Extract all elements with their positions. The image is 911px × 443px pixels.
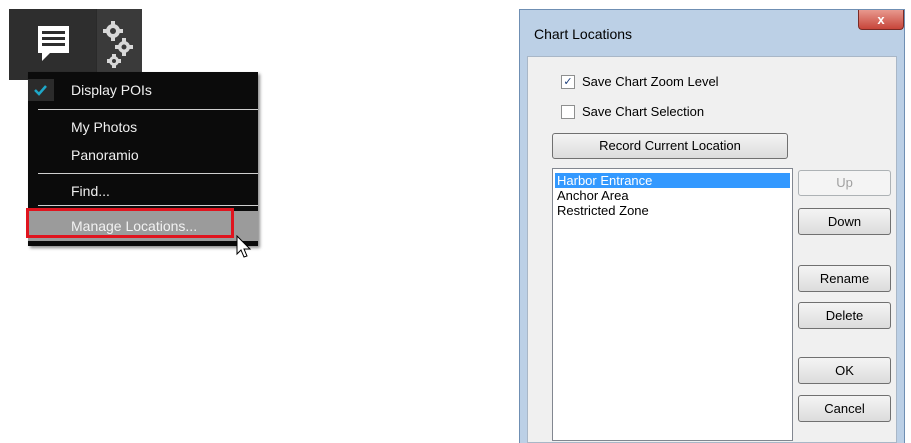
map-toolbar: [9, 9, 142, 80]
list-item[interactable]: Restricted Zone: [555, 203, 790, 218]
dialog-client-area: ✓ Save Chart Zoom Level Save Chart Selec…: [527, 56, 897, 443]
close-icon: x: [877, 12, 885, 27]
menu-item-display-pois[interactable]: Display POIs: [28, 75, 258, 105]
menu-item-label: Display POIs: [71, 82, 152, 98]
menu-separator: [38, 109, 258, 110]
cancel-button[interactable]: Cancel: [798, 395, 891, 422]
up-button[interactable]: Up: [798, 170, 891, 196]
checkmark-icon: ✓: [563, 76, 573, 88]
list-item[interactable]: Anchor Area: [555, 188, 790, 203]
ok-button[interactable]: OK: [798, 357, 891, 384]
message-list-icon: [38, 26, 69, 61]
menu-item-label: Find...: [71, 183, 110, 199]
settings-toolbar-button[interactable]: [97, 9, 142, 80]
menu-separator: [38, 173, 258, 174]
menu-separator: [38, 205, 258, 206]
gears-icon: [103, 21, 133, 68]
dialog-titlebar[interactable]: Chart Locations x: [520, 10, 904, 56]
menu-check-column: [28, 79, 54, 101]
menu-item-my-photos[interactable]: My Photos: [28, 112, 258, 142]
rename-button[interactable]: Rename: [798, 265, 891, 292]
poi-toolbar-button[interactable]: [9, 9, 96, 80]
dialog-title: Chart Locations: [534, 26, 633, 42]
delete-button[interactable]: Delete: [798, 302, 891, 329]
menu-item-label: Panoramio: [71, 147, 139, 163]
menu-item-panoramio[interactable]: Panoramio: [28, 140, 258, 170]
checkmark-icon: [34, 85, 47, 96]
save-zoom-checkbox[interactable]: ✓: [561, 75, 575, 89]
down-button[interactable]: Down: [798, 208, 891, 235]
mouse-pointer-icon: [236, 235, 252, 258]
locations-list[interactable]: Harbor Entrance Anchor Area Restricted Z…: [552, 168, 793, 441]
list-item[interactable]: Harbor Entrance: [555, 173, 790, 188]
save-selection-checkbox[interactable]: [561, 105, 575, 119]
record-location-button[interactable]: Record Current Location: [552, 133, 788, 159]
close-button[interactable]: x: [858, 10, 904, 30]
save-zoom-label: Save Chart Zoom Level: [582, 74, 719, 89]
save-selection-label: Save Chart Selection: [582, 104, 705, 119]
chart-locations-dialog: Chart Locations x ✓ Save Chart Zoom Leve…: [519, 9, 905, 443]
menu-item-find[interactable]: Find...: [28, 176, 258, 206]
highlight-annotation-box: [26, 208, 234, 238]
menu-item-label: My Photos: [71, 119, 138, 135]
